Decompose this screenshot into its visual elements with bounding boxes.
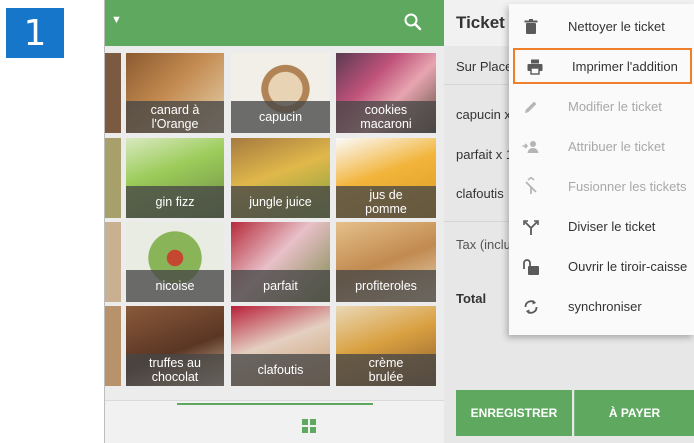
product-name-line: jus de: [369, 188, 403, 202]
category-bar: ▼: [105, 0, 444, 46]
ticket-title: Ticket: [456, 13, 505, 32]
trash-icon: [524, 19, 538, 34]
product-name-line: cookies: [364, 103, 408, 117]
product-name-line: parfait: [263, 279, 298, 293]
product-name: canard à l'Orange: [126, 101, 224, 133]
product-name-line: crème: [368, 356, 404, 370]
product-name-line: gin fizz: [155, 195, 195, 209]
product-name-line: profiteroles: [355, 279, 417, 293]
pay-button[interactable]: À PAYER: [574, 390, 694, 436]
product-panel: ▼ canard à l'Orange capucin cookies macaroni…: [105, 0, 444, 443]
print-icon: [527, 59, 543, 75]
product-tile[interactable]: parfait: [231, 222, 330, 302]
product-name: jungle juice: [231, 186, 330, 218]
product-name-line: macaroni: [360, 117, 412, 131]
edit-icon: [525, 101, 537, 113]
total-label: Total: [456, 291, 487, 306]
product-tile-partial[interactable]: [105, 306, 121, 386]
product-name: truffes au chocolat: [126, 354, 224, 386]
menu-item-print-bill[interactable]: Imprimer l'addition: [513, 48, 692, 84]
product-tile-partial[interactable]: [105, 138, 121, 218]
product-name: nicoise: [126, 270, 224, 302]
product-tile[interactable]: jungle juice: [231, 138, 330, 218]
ticket-line[interactable]: parfait x 1: [456, 147, 513, 162]
product-tile[interactable]: gin fizz: [126, 138, 224, 218]
grid-view-icon[interactable]: [302, 419, 316, 433]
product-name-line: l'Orange: [151, 117, 199, 131]
product-name: gin fizz: [126, 186, 224, 218]
menu-item-split-ticket[interactable]: Diviser le ticket: [509, 208, 694, 244]
product-name: capucin: [231, 101, 330, 133]
product-name: crème brulée: [336, 354, 436, 386]
product-name-line: clafoutis: [257, 363, 304, 377]
bottom-navigation: [105, 400, 444, 443]
product-tile[interactable]: nicoise: [126, 222, 224, 302]
product-tile[interactable]: clafoutis: [231, 306, 330, 386]
ticket-line[interactable]: capucin x: [456, 107, 511, 122]
tax-label: Tax (inclu: [456, 237, 511, 252]
product-name: parfait: [231, 270, 330, 302]
merge-icon: [525, 177, 537, 194]
product-name-line: brulée: [368, 370, 404, 384]
assign-icon: [522, 141, 539, 153]
product-name-line: nicoise: [155, 279, 195, 293]
product-name: profiteroles: [336, 270, 436, 302]
ticket-options-menu: Nettoyer le ticket Imprimer l'addition M…: [509, 4, 694, 335]
product-name-line: chocolat: [151, 370, 199, 384]
sync-icon: [524, 300, 538, 314]
save-ticket-button[interactable]: ENREGISTRER: [456, 390, 572, 436]
product-name-line: canard à: [150, 103, 200, 117]
product-tile[interactable]: jus de pomme: [336, 138, 436, 218]
menu-item-edit-ticket[interactable]: Modifier le ticket: [509, 88, 694, 124]
product-tile-partial[interactable]: [105, 222, 121, 302]
product-name: jus de pomme: [336, 186, 436, 218]
product-name-line: capucin: [258, 110, 303, 124]
product-tile[interactable]: canard à l'Orange: [126, 53, 224, 133]
search-icon[interactable]: [401, 10, 425, 34]
dining-mode[interactable]: Sur Place: [456, 59, 512, 74]
product-tile-partial[interactable]: [105, 53, 121, 133]
product-name: clafoutis: [231, 354, 330, 386]
category-dropdown-caret-icon[interactable]: ▼: [111, 14, 122, 26]
cash-drawer-icon: [523, 259, 539, 275]
product-name-line: truffes au: [149, 356, 201, 370]
product-tile[interactable]: crème brulée: [336, 306, 436, 386]
product-name-line: pomme: [365, 202, 407, 216]
split-icon: [523, 220, 539, 235]
menu-item-clear-ticket[interactable]: Nettoyer le ticket: [509, 8, 694, 44]
product-tile[interactable]: cookies macaroni: [336, 53, 436, 133]
active-tab-indicator: [177, 403, 373, 405]
product-tile[interactable]: profiteroles: [336, 222, 436, 302]
product-tile[interactable]: truffes au chocolat: [126, 306, 224, 386]
menu-item-open-cash-drawer[interactable]: Ouvrir le tiroir-caisse: [509, 248, 694, 284]
menu-item-assign-ticket[interactable]: Attribuer le ticket: [509, 128, 694, 164]
product-tile[interactable]: capucin: [231, 53, 330, 133]
product-name: cookies macaroni: [336, 101, 436, 133]
product-name-line: jungle juice: [249, 195, 312, 209]
step-number-badge: 1: [6, 8, 64, 58]
ticket-line[interactable]: clafoutis: [456, 186, 504, 201]
menu-item-merge-tickets[interactable]: Fusionner les tickets: [509, 168, 694, 204]
menu-item-synchronize[interactable]: synchroniser: [509, 288, 694, 324]
